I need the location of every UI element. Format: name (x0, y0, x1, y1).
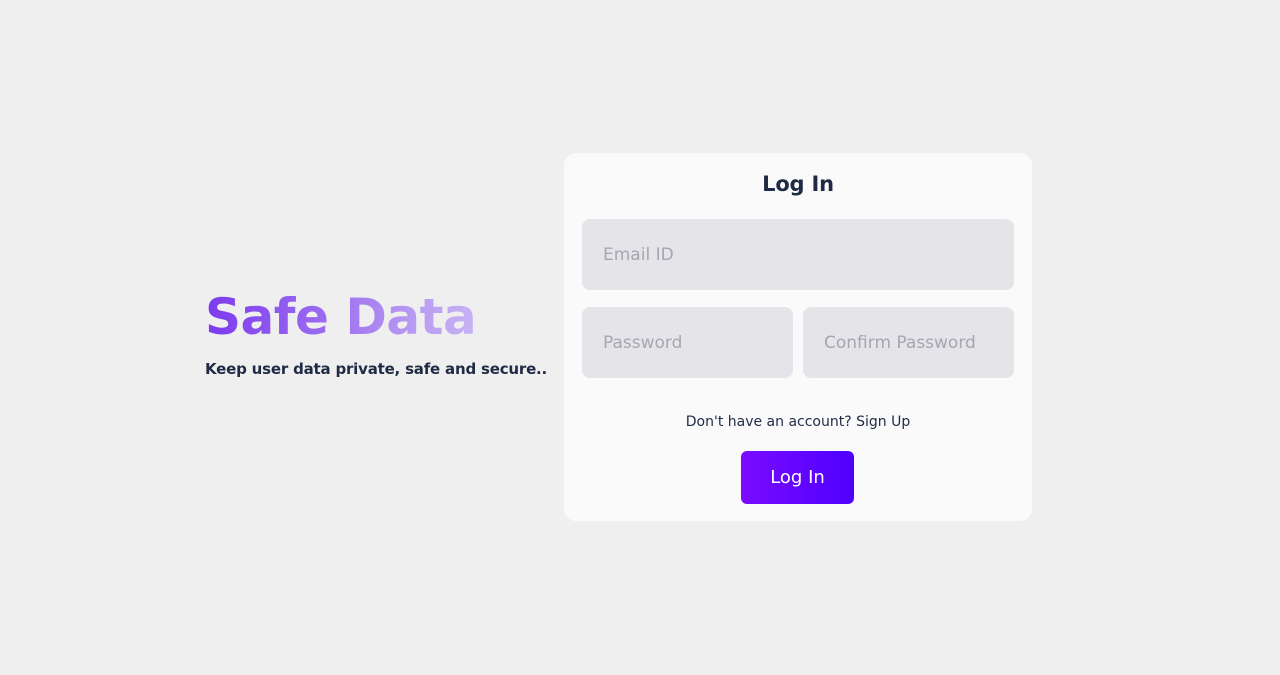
brand-section: Safe Data Keep user data private, safe a… (205, 284, 550, 378)
email-input[interactable] (582, 219, 1014, 290)
page: Safe Data Keep user data private, safe a… (0, 0, 1280, 675)
signup-prompt-line: Don't have an account? Sign Up (564, 414, 1032, 430)
signup-link[interactable]: Sign Up (856, 414, 910, 430)
brand-title: Safe Data (205, 284, 550, 350)
password-input[interactable] (582, 307, 793, 378)
signup-prompt-text: Don't have an account? (685, 414, 852, 430)
login-button[interactable]: Log In (741, 451, 854, 504)
brand-tagline: Keep user data private, safe and secure.… (205, 360, 548, 378)
login-heading: Log In (762, 172, 834, 196)
confirm-password-input[interactable] (803, 307, 1014, 378)
login-card: Log In Don't have an account? Sign Up Lo… (564, 153, 1032, 521)
